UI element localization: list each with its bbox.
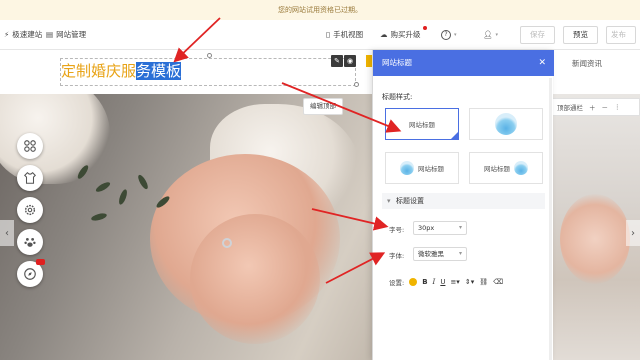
font-family-value: 微软雅黑	[418, 250, 444, 258]
panel-scrollbar[interactable]	[549, 78, 552, 360]
user-menu-button[interactable]: 👤︎ ▾	[483, 20, 498, 50]
font-size-select[interactable]: 30px ▾	[413, 221, 467, 235]
style-card-text: 网站标题	[484, 165, 510, 173]
title-style-option-1[interactable]: 网站标题	[385, 108, 459, 140]
site-manage-label: 网站管理	[56, 30, 87, 39]
align-icon[interactable]: ≡▾	[450, 278, 459, 286]
notification-dot	[423, 26, 427, 30]
edit-header-button[interactable]: 编辑顶部	[303, 98, 343, 115]
save-button[interactable]: 保存	[520, 26, 555, 44]
leaf	[90, 212, 108, 222]
mobile-icon: ▯	[326, 30, 331, 39]
chevron-down-icon: ▾	[454, 32, 457, 38]
ring	[222, 238, 232, 248]
minus-icon[interactable]: －	[602, 102, 609, 112]
buy-upgrade-button[interactable]: ☁ 购买升级	[380, 20, 421, 50]
gear-icon	[24, 204, 36, 216]
user-icon: 👤︎	[483, 30, 493, 39]
title-style-label: 标题样式:	[382, 93, 413, 101]
buy-upgrade-label: 购买升级	[390, 30, 421, 39]
add-icon[interactable]: ＋	[589, 102, 596, 112]
preview-button[interactable]: 预览	[563, 26, 598, 44]
leaf	[117, 188, 129, 206]
expired-notice: 您的网站试用资格已过期。	[0, 0, 640, 20]
help-icon: ?	[441, 30, 451, 40]
logo-wave-icon	[495, 113, 517, 135]
help-button[interactable]: ? ▾	[441, 20, 457, 50]
font-family-label: 字体:	[389, 252, 405, 260]
font-size-label: 字号:	[389, 226, 405, 234]
editor-toolbar: ⚡ 极速建站 ▤ 网站管理 ▯ 手机视图 ☁ 购买升级 ? ▾ 👤︎ ▾ 保存 …	[0, 20, 640, 50]
compass-icon	[24, 268, 36, 280]
font-family-select[interactable]: 微软雅黑 ▾	[413, 247, 467, 261]
close-icon[interactable]: ✕	[538, 50, 546, 76]
new-badge	[36, 259, 45, 265]
quick-build-button[interactable]: ⚡ 极速建站	[4, 20, 42, 50]
title-style-option-3[interactable]: 网站标题	[385, 152, 459, 184]
paw-icon	[24, 237, 36, 247]
publish-button[interactable]: 发布	[606, 26, 636, 44]
shirt-icon	[24, 172, 36, 184]
panel-title: 网站标题	[382, 58, 412, 67]
chevron-down-icon: ▾	[458, 224, 462, 231]
chevron-down-icon: ▾	[495, 32, 499, 38]
hand-fragment	[560, 194, 630, 284]
line-height-icon[interactable]: ⇕▾	[465, 278, 474, 286]
paw-button[interactable]	[17, 229, 43, 255]
settings-dots-icon[interactable]: ⋮	[614, 103, 621, 111]
title-settings-section[interactable]: 标题设置	[382, 193, 545, 209]
color-picker[interactable]	[409, 278, 418, 286]
quick-build-label: 极速建站	[12, 30, 43, 39]
link-icon[interactable]: ⛓︎	[479, 278, 488, 286]
theme-button[interactable]	[17, 165, 43, 191]
bold-icon[interactable]: B	[422, 278, 427, 286]
logo-wave-icon	[514, 161, 528, 175]
font-size-value: 30px	[418, 224, 435, 232]
site-title-text: 定制婚庆服	[61, 62, 137, 80]
resize-handle-top[interactable]	[207, 53, 212, 58]
leaf	[94, 180, 112, 194]
layout-grid-button[interactable]	[17, 133, 43, 159]
leaf	[136, 173, 150, 191]
app-button[interactable]	[17, 259, 45, 287]
resize-handle-corner[interactable]	[354, 82, 359, 87]
settings-button[interactable]	[17, 197, 43, 223]
eraser-icon[interactable]: ⌫	[493, 278, 503, 286]
settings-label: 设置:	[389, 279, 405, 287]
banner-mini-toolbar: 顶部通栏 ＋ － ⋮	[552, 98, 640, 116]
hands-lower	[190, 214, 320, 344]
mobile-view-button[interactable]: ▯ 手机视图	[326, 20, 363, 50]
carousel-next-arrow[interactable]: ›	[626, 220, 640, 246]
underline-icon[interactable]: U	[440, 278, 445, 286]
style-card-text: 网站标题	[418, 165, 444, 173]
selected-check-icon	[450, 131, 459, 140]
grid-icon	[24, 140, 36, 152]
title-style-option-4[interactable]: 网站标题	[469, 152, 543, 184]
text-format-row: 设置: B I U ≡▾ ⇕▾ ⛓︎ ⌫	[389, 277, 503, 287]
site-title[interactable]: 定制婚庆服务模板	[61, 61, 182, 81]
column-label: 顶部通栏	[557, 104, 583, 112]
eye-icon[interactable]: ◉	[344, 55, 356, 67]
floating-tool-bar	[12, 128, 48, 296]
lightning-icon: ⚡	[4, 30, 10, 39]
nav-news-link[interactable]: 新闻资讯	[572, 58, 602, 69]
site-title-selected-text: 务模板	[136, 62, 182, 80]
grid-icon: ▤	[46, 30, 54, 39]
title-style-option-2[interactable]	[469, 108, 543, 140]
chevron-down-icon: ▾	[458, 250, 462, 257]
edit-pencil-icon[interactable]: ✎	[331, 55, 343, 67]
mobile-view-label: 手机视图	[333, 30, 364, 39]
title-settings-panel: 网站标题 ✕ 标题样式: 网站标题 网站标题 网站标题 标题设置 字号: 30p…	[372, 50, 554, 360]
italic-icon[interactable]: I	[433, 278, 436, 286]
panel-header: 网站标题 ✕	[373, 50, 554, 76]
site-manage-button[interactable]: ▤ 网站管理	[46, 20, 86, 50]
logo-wave-icon	[400, 161, 414, 175]
cloud-upload-icon: ☁	[380, 30, 388, 39]
style-card-text: 网站标题	[409, 121, 435, 129]
